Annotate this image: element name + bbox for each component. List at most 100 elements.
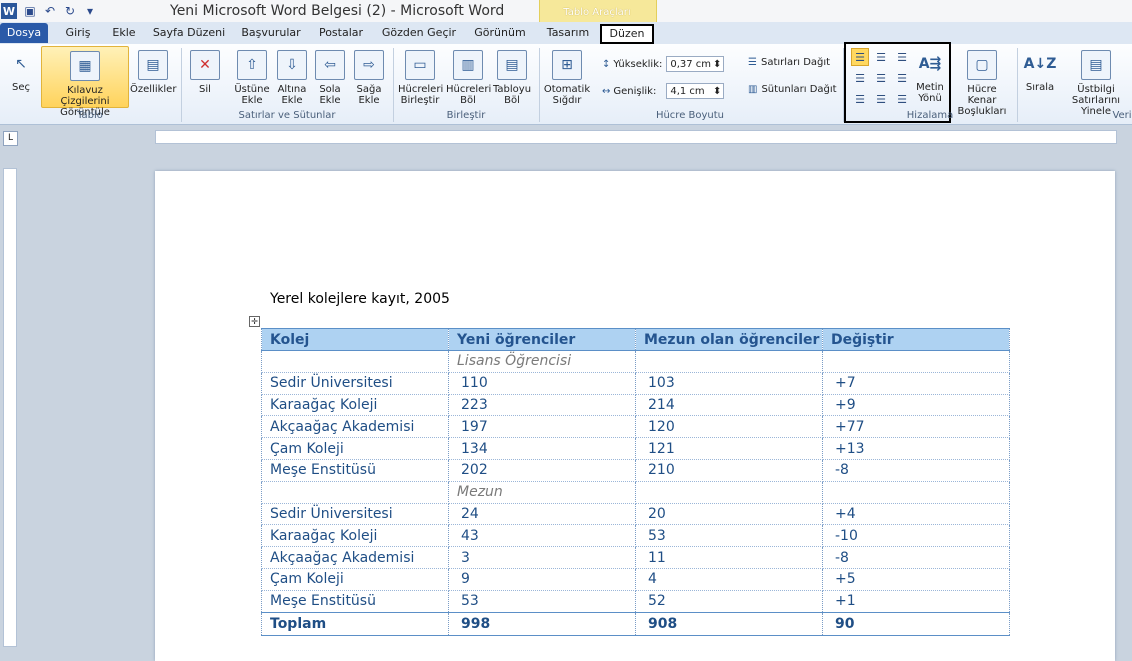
gridlines-button[interactable]: ▦ Kılavuz Çizgilerini Görüntüle [41,46,129,118]
table-cell[interactable]: 908 [635,611,823,636]
insert-right-button[interactable]: ⇨ Sağa Ekle [352,50,386,106]
spin-arrows-icon[interactable]: ⬍ [713,86,721,97]
table-cell[interactable]: +77 [822,415,1010,439]
tab-layout[interactable]: Düzen [600,24,654,44]
table-cell[interactable]: 3 [448,546,636,569]
align-bottom-left-icon[interactable]: ☰ [851,90,869,108]
table-cell[interactable] [261,481,449,504]
table-cell[interactable]: +7 [822,372,1010,395]
table-cell[interactable]: 9 [448,568,636,591]
table-cell[interactable]: 103 [635,372,823,395]
repeat-header-button[interactable]: ▤ Üstbilgi Satırlarını Yinele [1060,50,1132,117]
sort-button[interactable]: A↓Z Sırala [1024,50,1057,94]
table-cell[interactable]: 53 [635,524,823,548]
table-cell[interactable]: Mezun [448,481,636,504]
table-move-handle-icon[interactable]: ✛ [249,316,260,327]
column-width-input[interactable]: 4,1 cm ⬍ [666,83,725,99]
tab-design[interactable]: Tasarım [543,23,593,43]
table-cell[interactable]: +13 [822,437,1010,460]
vertical-ruler[interactable] [3,168,17,647]
distribute-columns-button[interactable]: ▥ Sütunları Dağıt [748,84,837,95]
table-cell[interactable] [635,481,823,504]
align-bottom-right-icon[interactable]: ☰ [893,90,911,108]
column-header[interactable]: Mezun olan öğrenciler [635,328,823,351]
distribute-rows-button[interactable]: ☰ Satırları Dağıt [748,57,830,68]
merge-cells-button[interactable]: ▭ Hücreleri Birleştir [398,50,443,106]
table-cell[interactable]: Sedir Üniversitesi [261,372,449,395]
enrollment-table[interactable]: Kolej Yeni öğrenciler Mezun olan öğrencile… [261,328,1010,636]
tab-selector[interactable]: L [3,131,18,146]
select-button[interactable]: ↖ Seç [6,50,36,94]
table-cell[interactable]: +4 [822,503,1010,526]
table-cell[interactable]: Toplam [261,611,449,636]
align-top-right-icon[interactable]: ☰ [893,48,911,66]
table-cell[interactable]: -8 [822,459,1010,482]
tab-view[interactable]: Görünüm [468,23,532,43]
align-middle-left-icon[interactable]: ☰ [851,69,869,87]
table-cell[interactable]: 52 [635,590,823,613]
align-middle-center-icon[interactable]: ☰ [872,69,890,87]
split-table-button[interactable]: ▤ Tabloyu Böl [492,50,532,106]
table-cell[interactable]: 223 [448,394,636,417]
insert-above-button[interactable]: ⇧ Üstüne Ekle [232,50,272,106]
table-cell[interactable]: 20 [635,503,823,526]
tab-file[interactable]: Dosya [0,23,48,43]
text-direction-button[interactable]: A⇶ Metin Yönü [912,50,948,105]
table-cell[interactable]: 121 [635,437,823,460]
column-header[interactable]: Yeni öğrenciler [448,328,636,351]
table-cell[interactable]: -10 [822,524,1010,548]
table-cell[interactable]: Karaağaç Koleji [261,524,449,548]
tab-insert[interactable]: Ekle [108,23,140,43]
tab-page-layout[interactable]: Sayfa Düzeni [152,23,226,43]
tab-mailings[interactable]: Postalar [314,23,368,43]
table-cell[interactable]: 53 [448,590,636,613]
split-cells-button[interactable]: ▥ Hücreleri Böl [446,50,491,106]
insert-left-button[interactable]: ⇦ Sola Ekle [313,50,347,106]
undo-icon[interactable]: ↶ [43,4,57,18]
insert-below-button[interactable]: ⇩ Altına Ekle [274,50,310,106]
table-cell[interactable]: +9 [822,394,1010,417]
table-cell[interactable]: Akçaağaç Akademisi [261,415,449,439]
table-cell[interactable]: 24 [448,503,636,526]
table-cell[interactable]: 214 [635,394,823,417]
table-cell[interactable] [635,350,823,373]
table-cell[interactable]: +5 [822,568,1010,591]
align-middle-right-icon[interactable]: ☰ [893,69,911,87]
table-cell[interactable]: Meşe Enstitüsü [261,459,449,482]
table-cell[interactable]: Çam Koleji [261,568,449,591]
properties-button[interactable]: ▤ Özellikler [130,50,176,95]
table-cell[interactable]: Meşe Enstitüsü [261,590,449,613]
table-cell[interactable]: 120 [635,415,823,439]
table-cell[interactable]: Sedir Üniversitesi [261,503,449,526]
table-cell[interactable] [822,350,1010,373]
document-heading[interactable]: Yerel kolejlere kayıt, 2005 [270,291,450,307]
table-cell[interactable]: -8 [822,546,1010,569]
table-cell[interactable]: 134 [448,437,636,460]
table-cell[interactable]: Karaağaç Koleji [261,394,449,417]
table-cell[interactable]: 998 [448,611,636,636]
delete-button[interactable]: ✕ Sil [190,50,220,95]
spin-arrows-icon[interactable]: ⬍ [713,59,721,70]
horizontal-ruler[interactable] [155,130,1117,144]
table-cell[interactable]: 110 [448,372,636,395]
cell-margins-button[interactable]: ▢ Hücre Kenar Boşlukları [953,50,1011,117]
save-icon[interactable]: ▣ [23,4,37,18]
word-logo-icon[interactable]: W [1,3,17,19]
autofit-button[interactable]: ⊞ Otomatik Sığdır [543,50,591,106]
table-cell[interactable]: Çam Koleji [261,437,449,460]
align-bottom-center-icon[interactable]: ☰ [872,90,890,108]
qat-dropdown-icon[interactable]: ▾ [83,4,97,18]
align-top-center-icon[interactable]: ☰ [872,48,890,66]
redo-icon[interactable]: ↻ [63,4,77,18]
table-cell[interactable]: 43 [448,524,636,548]
table-cell[interactable]: 90 [822,611,1010,636]
align-top-left-icon[interactable]: ☰ [851,48,869,66]
table-cell[interactable]: 4 [635,568,823,591]
column-header[interactable]: Kolej [261,328,449,351]
table-cell[interactable] [822,481,1010,504]
table-cell[interactable]: 11 [635,546,823,569]
row-height-input[interactable]: 0,37 cm ⬍ [666,56,725,72]
tab-references[interactable]: Başvurular [238,23,304,43]
table-cell[interactable]: 202 [448,459,636,482]
table-cell[interactable]: 210 [635,459,823,482]
